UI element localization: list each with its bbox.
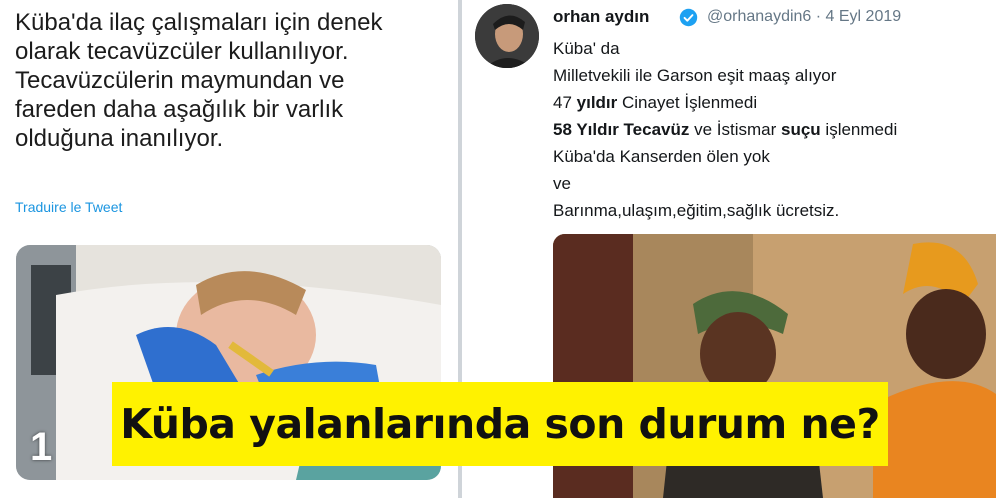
avatar-photo [475,4,539,68]
author-handle-date[interactable]: @orhanaydin6 · 4 Eyl 2019 [707,8,901,26]
right-tweet-text: Küba' da Milletvekili ile Garson eşit ma… [553,35,897,224]
left-tweet-text: Küba'da ilaç çalışmaları için denek olar… [15,8,445,153]
tweet-line: Küba'da ilaç çalışmaları için denek [15,9,383,36]
tweet-line: olarak tecavüzcüler kullanılıyor. [15,38,349,65]
headline-text: Küba yalanlarında son durum ne? [120,400,880,448]
tweet-line: Milletvekili ile Garson eşit maaş alıyor [553,66,837,85]
tweet-line: Tecavüzcülerin maymundan ve [15,67,345,94]
tweet-line: 47 yıldır Cinayet İşlenmedi [553,93,758,112]
translate-tweet-link[interactable]: Traduire le Tweet [15,199,122,215]
verified-badge-icon [679,8,698,27]
media-counter: 1 [30,425,53,469]
tweet-line: olduğuna inanılıyor. [15,125,224,152]
tweet-line: ve [553,174,571,193]
tweet-line: Küba' da [553,39,620,58]
tweet-line: 58 Yıldır Tecavüz ve İstismar suçu işlen… [553,120,898,139]
tweet-line: fareden daha aşağılık bir varlık [15,96,344,123]
avatar[interactable] [475,4,539,68]
tweet-line: Küba'da Kanserden ölen yok [553,147,770,166]
headline-banner: Küba yalanlarında son durum ne? [112,382,888,466]
author-name[interactable]: orhan aydın [553,7,649,27]
tweet-line: Barınma,ulaşım,eğitim,sağlık ücretsiz. [553,201,840,220]
